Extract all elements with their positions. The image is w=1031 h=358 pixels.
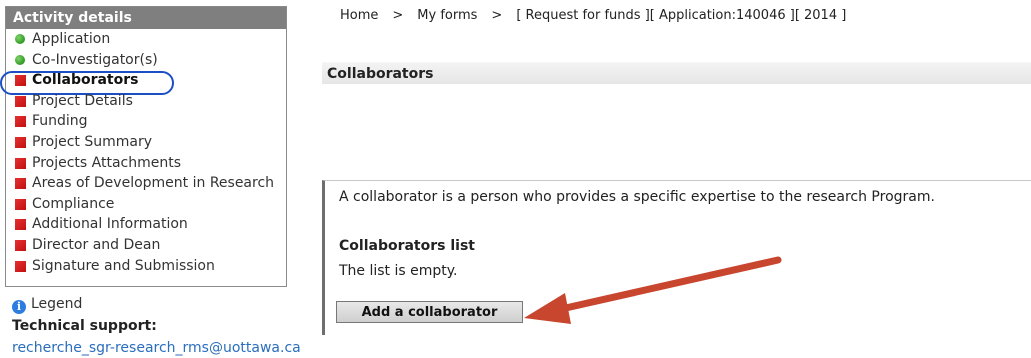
add-collaborator-button[interactable]: Add a collaborator: [336, 301, 523, 323]
legend-label: Legend: [31, 296, 83, 312]
incomplete-status-icon: [15, 75, 26, 87]
incomplete-status-icon: [15, 178, 26, 190]
activity-sidebar: Activity details Application Co-Investig…: [0, 6, 287, 287]
sidebar-item-label: Projects Attachments: [32, 154, 182, 171]
complete-status-icon: [15, 34, 25, 44]
incomplete-status-icon: [15, 260, 26, 272]
incomplete-status-icon: [15, 157, 26, 169]
sidebar-item-funding[interactable]: Funding: [6, 111, 286, 132]
sidebar-item-label: Collaborators: [32, 72, 139, 89]
sidebar-item-additional-information[interactable]: Additional Information: [6, 214, 286, 235]
sidebar-item-areas-of-development[interactable]: Areas of Development in Research: [6, 173, 286, 194]
sidebar-item-label: Director and Dean: [32, 236, 161, 253]
breadcrumb-separator: >: [392, 8, 404, 23]
collaborators-list-title: Collaborators list: [339, 238, 475, 254]
incomplete-status-icon: [15, 219, 26, 231]
sidebar-item-director-and-dean[interactable]: Director and Dean: [6, 235, 286, 256]
sidebar-item-label: Application: [32, 31, 111, 47]
breadcrumb-home[interactable]: Home: [340, 8, 378, 23]
sidebar-item-label: Signature and Submission: [32, 257, 215, 274]
sidebar-item-projects-attachments[interactable]: Projects Attachments: [6, 153, 286, 174]
sidebar-item-label: Project Summary: [32, 133, 153, 150]
complete-status-icon: [15, 54, 25, 65]
incomplete-status-icon: [15, 198, 26, 210]
sidebar-item-label: Additional Information: [32, 216, 188, 233]
support-email-link[interactable]: recherche_sgr-research_rms@uottawa.ca: [12, 340, 301, 356]
sidebar-item-label: Areas of Development in Research: [32, 175, 275, 192]
section-title: Collaborators: [327, 66, 434, 82]
sidebar-item-application[interactable]: Application: [6, 29, 286, 50]
sidebar-item-project-details[interactable]: Project Details: [6, 91, 286, 112]
incomplete-status-icon: [15, 116, 26, 128]
sidebar-item-label: Co-Investigator(s): [32, 51, 158, 68]
empty-list-message: The list is empty.: [339, 263, 458, 279]
sidebar-item-label: Project Details: [32, 92, 133, 109]
section-header-bar: Collaborators: [322, 62, 1031, 84]
sidebar-item-label: Funding: [32, 113, 88, 130]
sidebar-item-compliance[interactable]: Compliance: [6, 194, 286, 215]
collaborators-panel: A collaborator is a person who provides …: [322, 180, 1031, 335]
collaborator-description: A collaborator is a person who provides …: [339, 189, 935, 205]
incomplete-status-icon: [15, 239, 26, 251]
sidebar-item-project-summary[interactable]: Project Summary: [6, 132, 286, 153]
legend-link[interactable]: i Legend: [12, 296, 82, 314]
breadcrumb-my-forms[interactable]: My forms: [417, 8, 477, 23]
info-icon: i: [12, 300, 26, 314]
activity-nav: Application Co-Investigator(s) Collabora…: [0, 29, 286, 277]
technical-support-title: Technical support:: [12, 318, 157, 334]
incomplete-status-icon: [15, 136, 26, 148]
incomplete-status-icon: [15, 95, 26, 107]
sidebar-title: Activity details: [6, 7, 286, 29]
breadcrumb-current: [ Request for funds ][ Application:14004…: [516, 8, 847, 23]
sidebar-item-label: Compliance: [32, 195, 115, 212]
breadcrumb-separator: >: [491, 8, 503, 23]
sidebar-item-co-investigators[interactable]: Co-Investigator(s): [6, 50, 286, 71]
breadcrumb: Home > My forms > [ Request for funds ][ App…: [340, 8, 846, 23]
sidebar-item-signature-and-submission[interactable]: Signature and Submission: [6, 256, 286, 277]
sidebar-item-collaborators[interactable]: Collaborators: [0, 70, 286, 96]
